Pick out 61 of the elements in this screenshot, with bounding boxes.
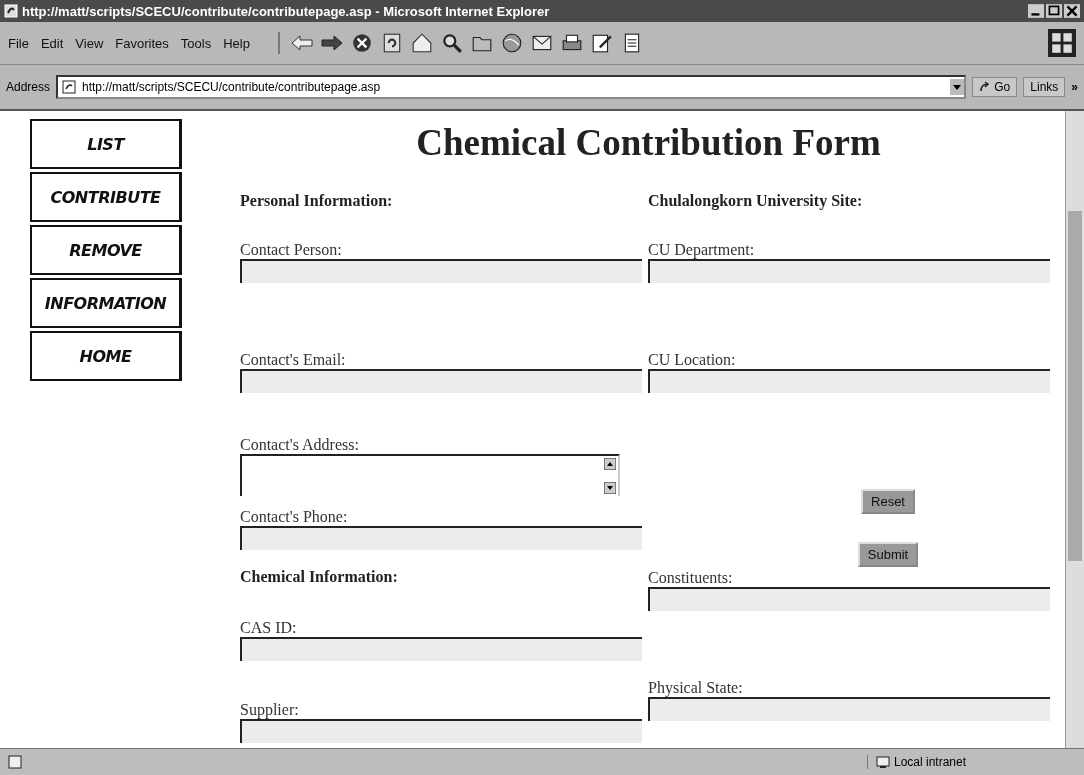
field-label: Supplier: — [240, 701, 300, 719]
menu-item[interactable]: Favorites — [115, 35, 169, 51]
minimize-icon[interactable] — [1028, 4, 1044, 18]
field-label: Constituents: — [648, 569, 734, 587]
more-chevron[interactable]: » — [1071, 80, 1078, 94]
links-button[interactable]: Links — [1023, 77, 1066, 97]
section-heading: Personal Information: — [240, 192, 393, 209]
menu-item[interactable]: Help — [223, 35, 250, 51]
address-label: Address — [6, 80, 51, 94]
window-title: http://matt/scripts/SCECU/contribute/contributepage.asp - Microsoft Internet Explorer — [22, 3, 551, 19]
form-button[interactable]: Submit — [857, 542, 919, 567]
input-field[interactable] — [648, 697, 1050, 721]
scroll-thumb[interactable] — [1068, 211, 1082, 561]
intranet-icon — [876, 755, 890, 769]
address-url: http://matt/scripts/SCECU/contribute/contributepage.asp — [82, 80, 382, 94]
go-button[interactable]: Go — [972, 77, 1018, 97]
close-icon[interactable] — [1064, 4, 1080, 18]
form-button[interactable]: Reset — [861, 489, 915, 514]
input-field[interactable] — [240, 637, 642, 661]
nav-button[interactable]: HOME — [30, 331, 182, 381]
field-label: Contact's Phone: — [240, 508, 349, 526]
field-label: CAS ID: — [240, 619, 298, 637]
menu-item[interactable]: View — [75, 35, 104, 51]
input-field[interactable] — [648, 259, 1050, 283]
zone-label: Local intranet — [894, 755, 967, 769]
forward-arrow-icon[interactable] — [319, 32, 344, 54]
nav-button[interactable]: REMOVE — [30, 225, 182, 275]
input-field[interactable] — [240, 526, 642, 550]
field-label: Physical State: — [648, 679, 744, 697]
scrollbar[interactable] — [1065, 111, 1084, 748]
page-icon — [62, 80, 77, 94]
go-arrow-icon — [979, 81, 992, 93]
windows-logo-icon — [1048, 29, 1076, 57]
section-heading: Chulalongkorn University Site: — [648, 192, 863, 209]
nav-button[interactable]: LIST — [30, 119, 182, 169]
back-arrow-icon[interactable] — [289, 32, 314, 54]
field-label: Contact's Email: — [240, 351, 347, 369]
nav-button[interactable]: INFORMATION — [30, 278, 182, 328]
maximize-icon[interactable] — [1046, 4, 1062, 18]
menu-item[interactable]: File — [8, 35, 29, 51]
browser-icon — [4, 4, 18, 18]
section-heading: Chemical Information: — [240, 568, 398, 585]
input-field[interactable] — [648, 587, 1050, 611]
field-label: CU Location: — [648, 351, 737, 369]
menu-item[interactable]: Tools — [180, 35, 212, 51]
field-label: Contact's Address: — [240, 436, 360, 454]
input-field[interactable] — [648, 369, 1050, 393]
scroll-up-icon[interactable] — [604, 458, 616, 470]
field-label: Contact Person: — [240, 241, 343, 259]
field-label: CU Department: — [648, 241, 756, 259]
dropdown-icon[interactable] — [950, 79, 965, 95]
input-field[interactable] — [240, 369, 642, 393]
page-icon — [8, 755, 22, 769]
nav-button[interactable]: CONTRIBUTE — [30, 172, 182, 222]
text-area[interactable] — [240, 454, 620, 496]
form-heading: Chemical Contribution Form — [415, 121, 882, 164]
scroll-down-icon[interactable] — [604, 482, 616, 494]
input-field[interactable] — [240, 719, 642, 743]
address-field[interactable]: http://matt/scripts/SCECU/contribute/contributepage.asp — [56, 75, 967, 99]
menu-item[interactable]: Edit — [40, 35, 64, 51]
input-field[interactable] — [240, 259, 642, 283]
